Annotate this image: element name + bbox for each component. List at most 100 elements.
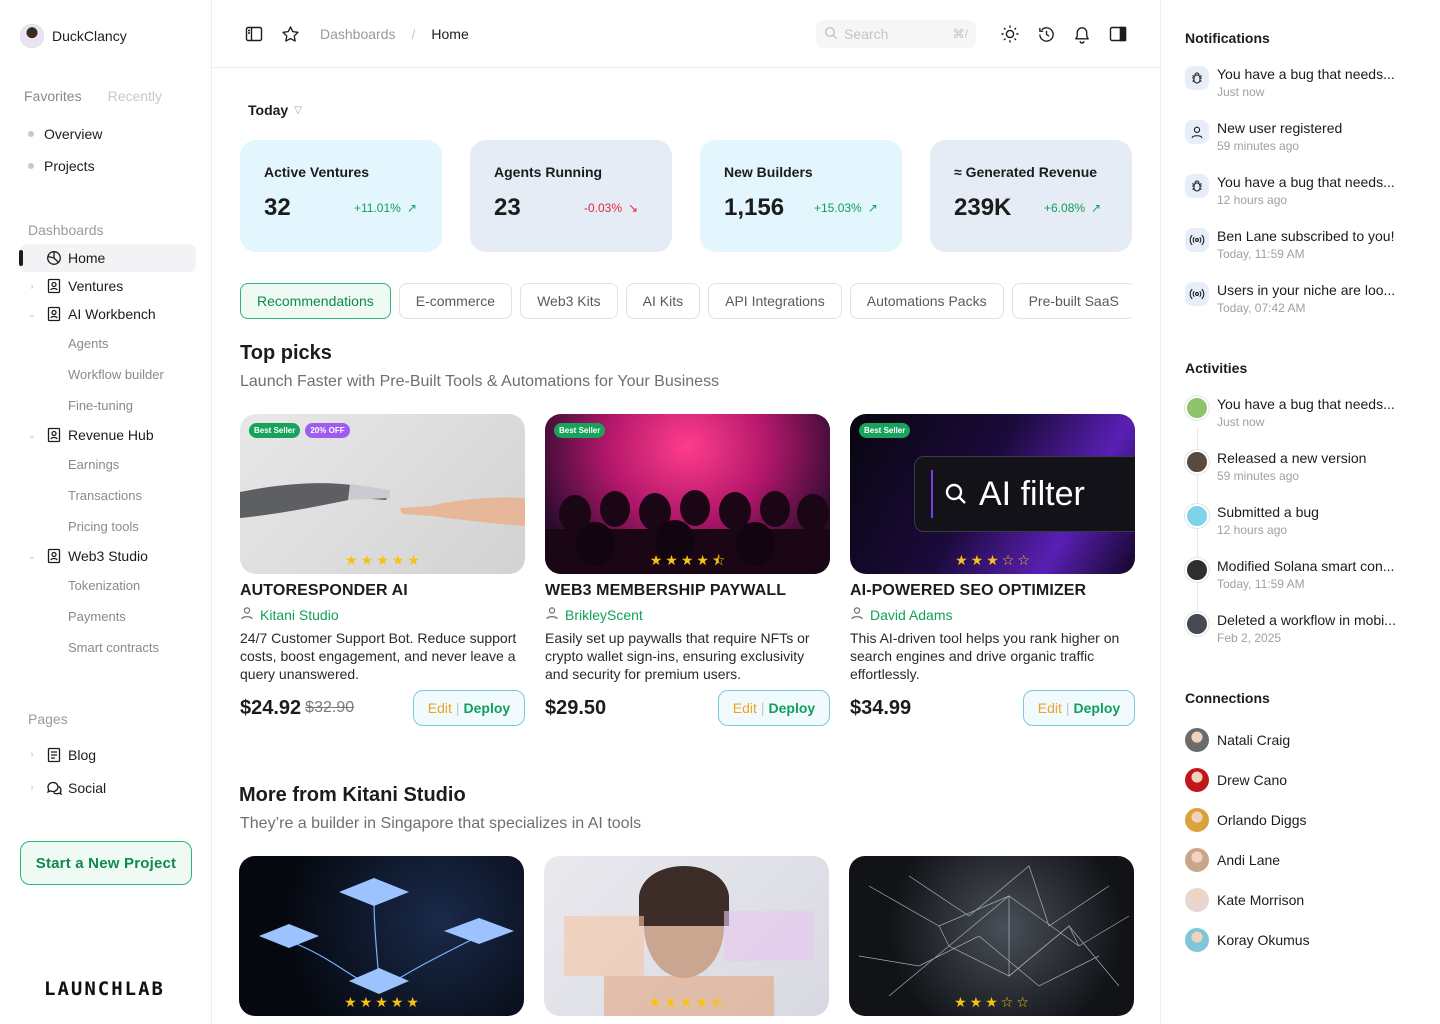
sidebar-subitem-agents[interactable]: Agents [20, 328, 196, 359]
sidebar-item-web3-studio[interactable]: ⌄ Web3 Studio [20, 542, 196, 570]
tab-pre-built-saas[interactable]: Pre-built SaaS [1011, 283, 1132, 319]
product-author[interactable]: BrikleyScent [545, 606, 830, 623]
start-new-project-button[interactable]: Start a New Project [20, 841, 192, 885]
product-thumbnail[interactable]: Best Seller 20% OFF ★ ★ ★ ★ ★ [240, 414, 525, 574]
sidebar-subitem-smart-contracts[interactable]: Smart contracts [20, 632, 196, 663]
product-title[interactable]: WEB3 MEMBERSHIP PAYWALL [545, 582, 830, 600]
edit-button[interactable]: Edit [428, 700, 452, 716]
sidebar-item-blog[interactable]: › Blog [20, 738, 196, 771]
tab-favorites[interactable]: Favorites [24, 88, 82, 104]
activity-item[interactable]: Released a new version 59 minutes ago [1185, 450, 1421, 483]
product-card[interactable]: ★ ★ ★ ★ ★ [239, 856, 524, 1016]
product-thumbnail[interactable]: Best Seller ★ ★ ★ ★ ⯪ [545, 414, 830, 574]
notification-item[interactable]: You have a bug that needs... 12 hours ago [1185, 174, 1421, 207]
brand-logo: LAUNCHLAB [44, 978, 165, 1000]
tab-e-commerce[interactable]: E-commerce [398, 283, 513, 319]
sidebar-subitem-earnings[interactable]: Earnings [20, 449, 196, 480]
sidebar-item-label: Revenue Hub [68, 427, 154, 443]
breadcrumb-dashboards[interactable]: Dashboards [320, 26, 396, 42]
edit-button[interactable]: Edit [733, 700, 757, 716]
connection-item[interactable]: Natali Craig [1185, 728, 1290, 752]
product-card[interactable]: AI filter Best Seller ★ ★ ★ ☆ ☆ AI-POWERED S… [850, 414, 1135, 727]
sidebar-subitem-workflow-builder[interactable]: Workflow builder [20, 359, 196, 390]
star-filled-icon: ★ [344, 994, 357, 1010]
pages-section-label: Pages [28, 711, 68, 727]
chevron-right-icon: › [30, 280, 34, 292]
bell-icon[interactable] [1072, 24, 1092, 44]
tab-recently[interactable]: Recently [108, 88, 162, 104]
history-icon[interactable] [1036, 24, 1056, 44]
notification-text: You have a bug that needs... [1217, 66, 1395, 82]
connection-item[interactable]: Drew Cano [1185, 768, 1287, 792]
tab-ai-kits[interactable]: AI Kits [625, 283, 701, 319]
sidebar-subitem-tokenization[interactable]: Tokenization [20, 570, 196, 601]
sun-icon[interactable] [1000, 24, 1020, 44]
top-picks-subtitle: Launch Faster with Pre-Built Tools & Aut… [240, 373, 720, 390]
sidebar-subitem-fine-tuning[interactable]: Fine-tuning [20, 390, 196, 421]
connection-item[interactable]: Andi Lane [1185, 848, 1280, 872]
tab-api-integrations[interactable]: API Integrations [708, 283, 842, 319]
sidebar-subitem-payments[interactable]: Payments [20, 601, 196, 632]
product-thumbnail[interactable]: ★ ★ ★ ☆ ☆ [849, 856, 1134, 1016]
right-panel-toggle-icon[interactable] [1108, 24, 1128, 44]
edit-button[interactable]: Edit [1038, 700, 1062, 716]
avatar [1185, 808, 1209, 832]
notification-time: Just now [1217, 85, 1265, 99]
user-icon [240, 606, 254, 623]
activity-time: Feb 2, 2025 [1217, 631, 1282, 645]
tab-web3-kits[interactable]: Web3 Kits [520, 283, 618, 319]
notification-time: Today, 11:59 AM [1217, 247, 1305, 261]
product-title[interactable]: AUTORESPONDER AI [240, 582, 525, 600]
favorites-list: Overview Projects [28, 118, 102, 182]
product-thumbnail[interactable]: AI filter Best Seller ★ ★ ★ ☆ ☆ [850, 414, 1135, 574]
search-input[interactable] [844, 26, 940, 42]
connection-item[interactable]: Orlando Diggs [1185, 808, 1307, 832]
product-author[interactable]: Kitani Studio [240, 606, 525, 623]
product-thumbnail[interactable]: ★ ★ ★ ★ ★ [239, 856, 524, 1016]
product-card[interactable]: Best Seller ★ ★ ★ ★ ⯪ WEB3 MEMBERSHIP PAYWAL… [545, 414, 830, 727]
sidebar-item-ai-workbench[interactable]: ⌄ AI Workbench [20, 300, 196, 328]
stat-value: 23 [494, 194, 521, 221]
notification-item[interactable]: Users in your niche are loo... Today, 07:… [1185, 282, 1421, 315]
star-icon[interactable] [280, 24, 300, 44]
product-card[interactable]: ★ ★ ★ ☆ ☆ [849, 856, 1134, 1016]
period-select[interactable]: Today ▽ [248, 102, 302, 118]
product-thumbnail[interactable]: ★ ★ ★ ★ ⯪ [544, 856, 829, 1016]
notification-item[interactable]: Ben Lane subscribed to you! Today, 11:59 … [1185, 228, 1421, 261]
product-title[interactable]: AI-POWERED SEO OPTIMIZER [850, 582, 1135, 600]
price-row: $24.92 $32.90 Edit | Deploy [240, 689, 525, 727]
deploy-button[interactable]: Deploy [1074, 700, 1121, 716]
activity-item[interactable]: Modified Solana smart con... Today, 11:59… [1185, 558, 1421, 591]
left-sidebar: DuckClancy Favorites Recently Overview P… [0, 0, 212, 1024]
deploy-button[interactable]: Deploy [769, 700, 816, 716]
avatar [1185, 450, 1209, 474]
sidebar-item-social[interactable]: › Social [20, 771, 196, 804]
user-profile[interactable]: DuckClancy [20, 24, 127, 48]
sidebar-item-ventures[interactable]: › Ventures [20, 272, 196, 300]
star-filled-icon: ★ [345, 552, 358, 568]
deploy-button[interactable]: Deploy [464, 700, 511, 716]
connection-item[interactable]: Koray Okumus [1185, 928, 1310, 952]
sidebar-toggle-icon[interactable] [244, 24, 264, 44]
sidebar-subitem-transactions[interactable]: Transactions [20, 480, 196, 511]
search-box[interactable]: ⌘/ [816, 20, 976, 48]
activity-item[interactable]: Submitted a bug 12 hours ago [1185, 504, 1421, 537]
notification-item[interactable]: New user registered 59 minutes ago [1185, 120, 1421, 153]
connection-item[interactable]: Kate Morrison [1185, 888, 1304, 912]
favorite-item-projects[interactable]: Projects [28, 150, 102, 182]
tab-recommendations[interactable]: Recommendations [240, 283, 391, 319]
product-card[interactable]: Best Seller 20% OFF ★ ★ ★ ★ ★ AUTORESPONDER … [240, 414, 525, 727]
connection-name: Andi Lane [1217, 852, 1281, 868]
notification-item[interactable]: You have a bug that needs... Just now [1185, 66, 1421, 99]
sidebar-item-home[interactable]: Home [19, 244, 196, 272]
sidebar-item-revenue-hub[interactable]: ⌄ Revenue Hub [20, 421, 196, 449]
avatar [1185, 848, 1209, 872]
sidebar-subitem-pricing-tools[interactable]: Pricing tools [20, 511, 196, 542]
product-author[interactable]: David Adams [850, 606, 1135, 623]
favorite-item-overview[interactable]: Overview [28, 118, 102, 150]
activity-item[interactable]: Deleted a workflow in mobi... Feb 2, 2025 [1185, 612, 1421, 645]
sidebar-item-label: Home [68, 250, 106, 266]
product-card[interactable]: ★ ★ ★ ★ ⯪ [544, 856, 829, 1016]
tab-automations-packs[interactable]: Automations Packs [849, 283, 1004, 319]
activity-item[interactable]: You have a bug that needs... Just now [1185, 396, 1421, 429]
